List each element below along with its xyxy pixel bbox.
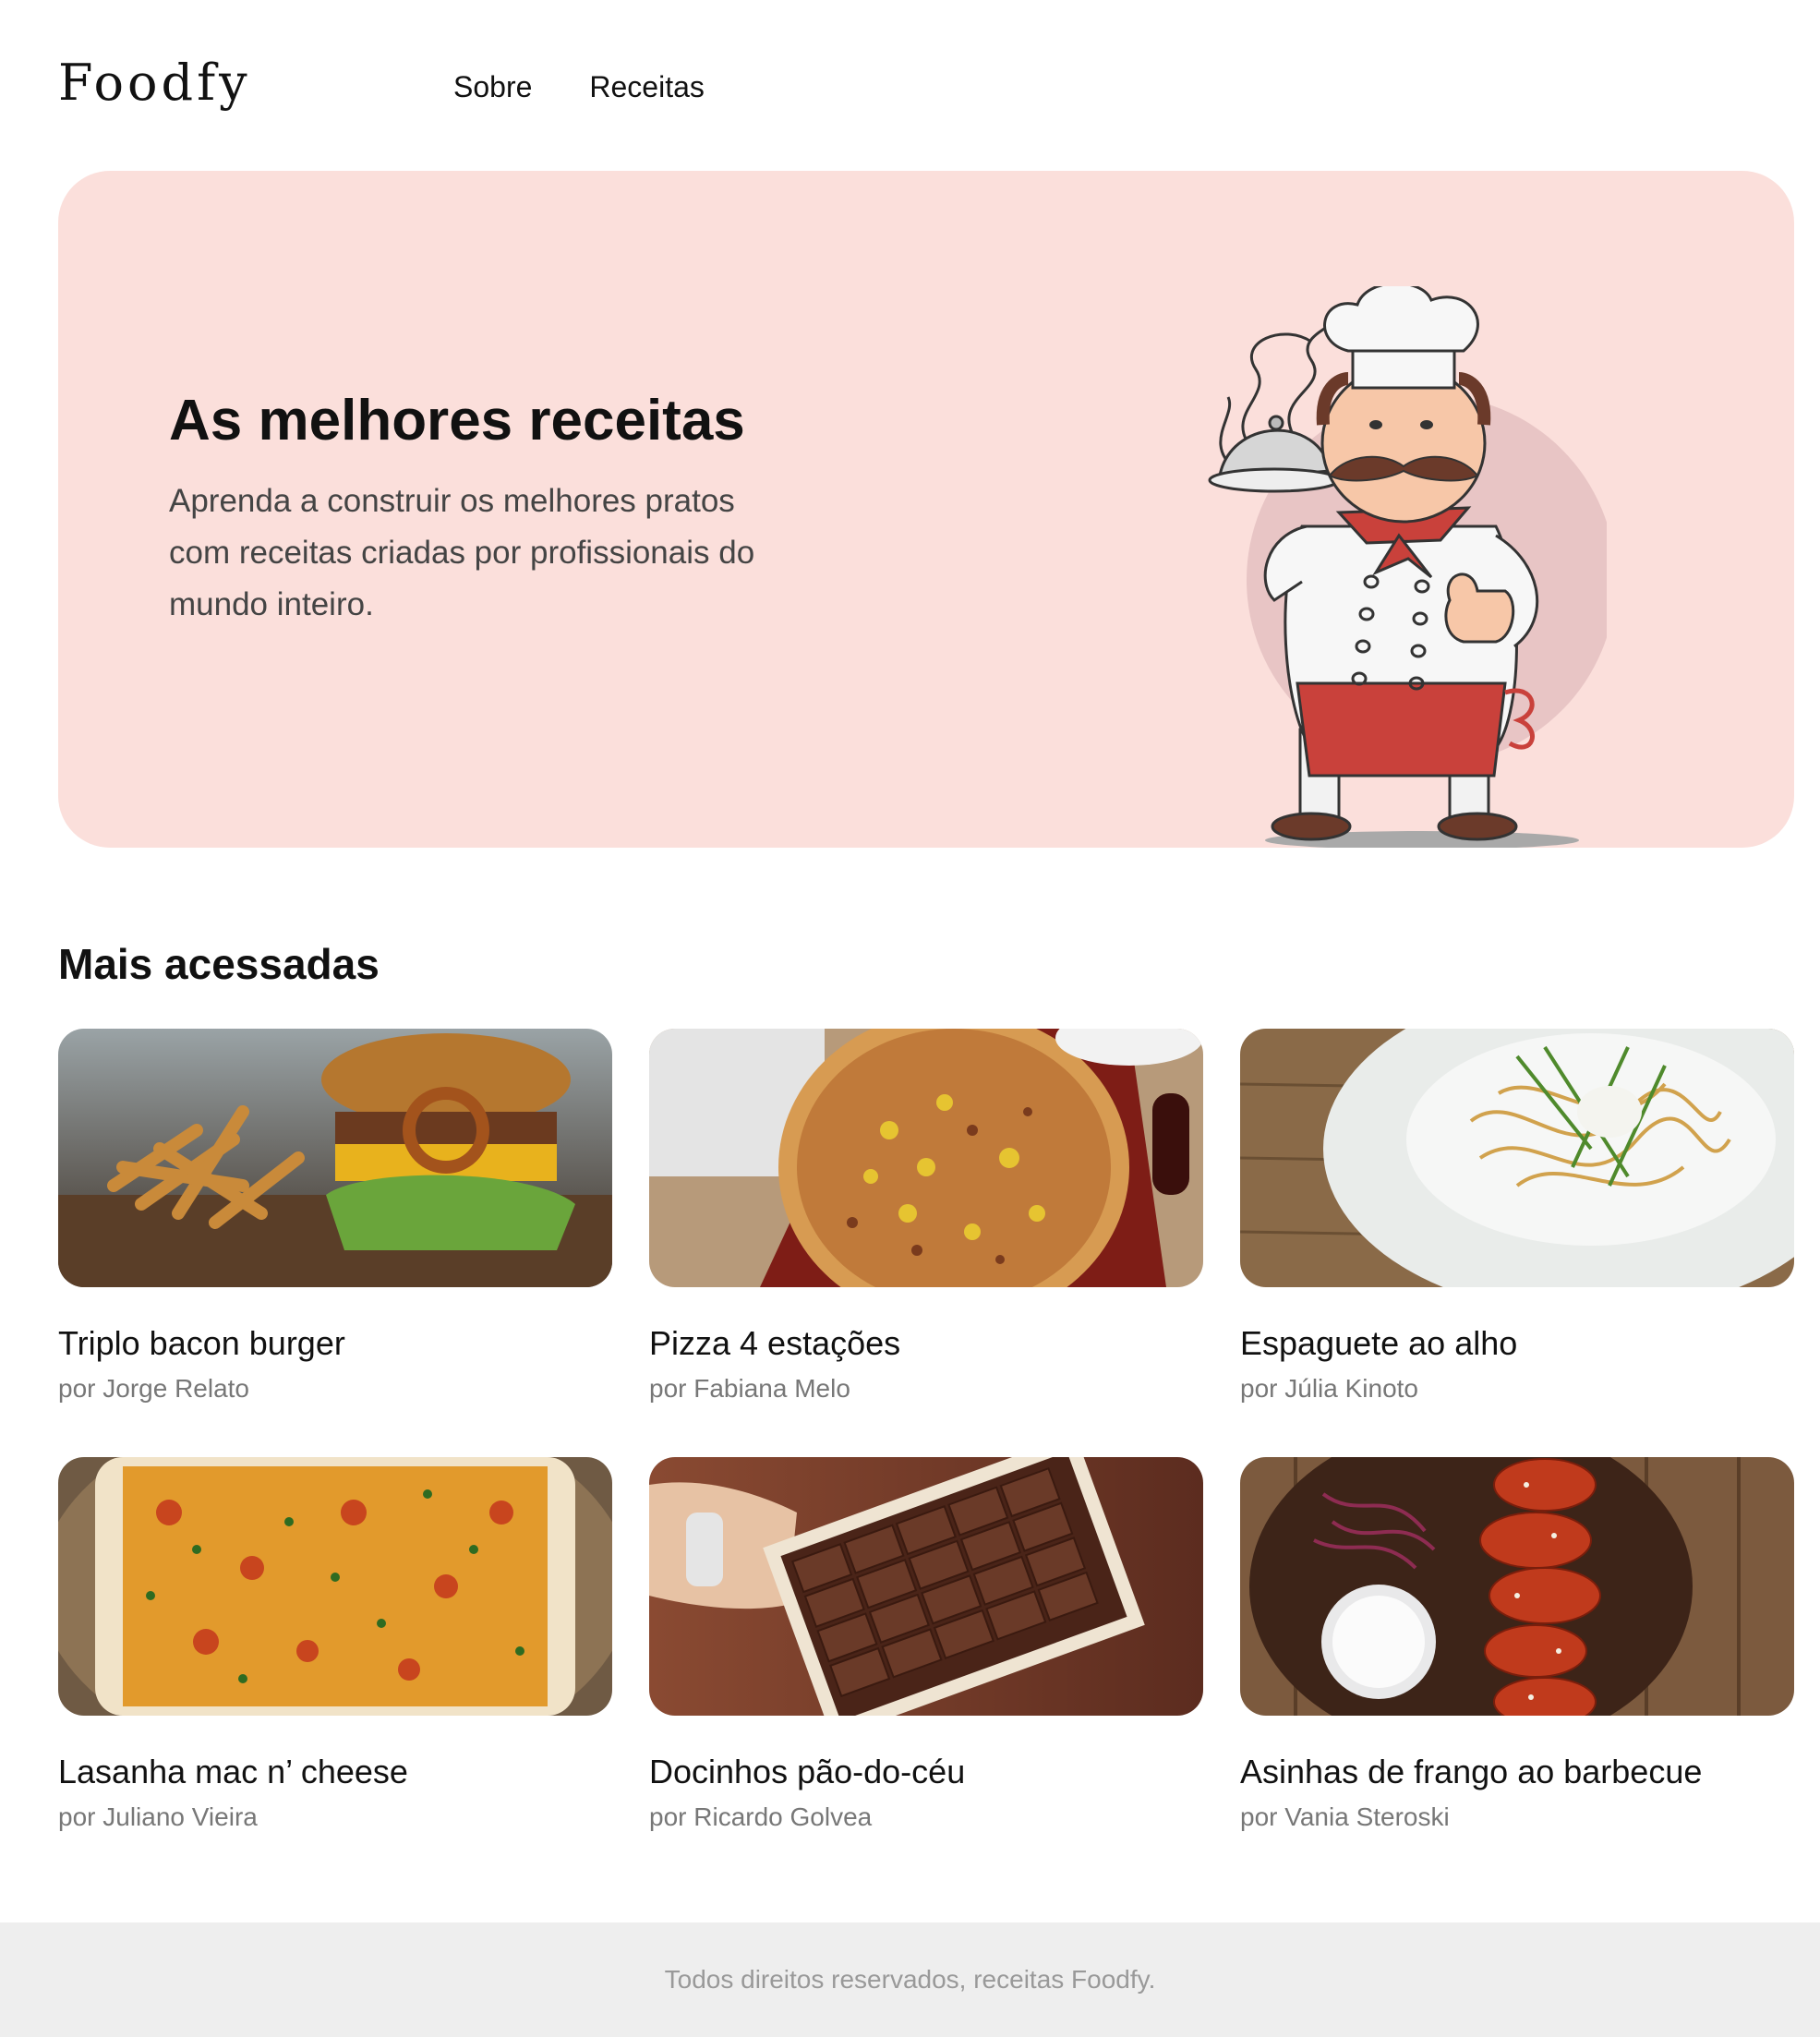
recipe-card-lasanha[interactable]: Lasanha mac n’ cheese por Juliano Vieira bbox=[58, 1457, 612, 1832]
recipe-name[interactable]: Asinhas de frango ao barbecue bbox=[1240, 1753, 1794, 1791]
recipe-name[interactable]: Pizza 4 estações bbox=[649, 1324, 1203, 1363]
recipe-name[interactable]: Lasanha mac n’ cheese bbox=[58, 1753, 612, 1791]
recipe-image-asinhas[interactable] bbox=[1240, 1457, 1794, 1716]
nav-link-sobre[interactable]: Sobre bbox=[453, 70, 532, 104]
recipe-card-espaguete[interactable]: Espaguete ao alho por Júlia Kinoto bbox=[1240, 1029, 1794, 1404]
footer-copyright: Todos direitos reservados, receitas Food… bbox=[664, 1965, 1156, 1994]
recipe-author: por Fabiana Melo bbox=[649, 1374, 850, 1403]
recipe-name[interactable]: Docinhos pão-do-céu bbox=[649, 1753, 1203, 1791]
recipe-card-pizza[interactable]: Pizza 4 estações por Fabiana Melo bbox=[649, 1029, 1203, 1404]
recipe-image-burger[interactable] bbox=[58, 1029, 612, 1287]
recipe-card-burger[interactable]: Triplo bacon burger por Jorge Relato bbox=[58, 1029, 612, 1404]
recipe-author: por Júlia Kinoto bbox=[1240, 1374, 1419, 1403]
recipe-image-lasanha[interactable] bbox=[58, 1457, 612, 1716]
hero-description: Aprenda a construir os melhores pratos c… bbox=[169, 483, 755, 622]
hero-banner: As melhores receitas Aprenda a construir… bbox=[58, 171, 1794, 848]
nav-link-receitas[interactable]: Receitas bbox=[589, 70, 705, 104]
recipe-card-asinhas[interactable]: Asinhas de frango ao barbecue por Vania … bbox=[1240, 1457, 1794, 1832]
site-logo[interactable]: Foodfy bbox=[58, 54, 251, 112]
recipe-name[interactable]: Espaguete ao alho bbox=[1240, 1324, 1794, 1363]
chef-illustration bbox=[1208, 286, 1607, 848]
recipe-author: por Ricardo Golvea bbox=[649, 1802, 873, 1831]
recipe-card-docinhos[interactable]: Docinhos pão-do-céu por Ricardo Golvea bbox=[649, 1457, 1203, 1832]
hero-title: As melhores receitas bbox=[169, 389, 745, 452]
recipe-author: por Juliano Vieira bbox=[58, 1802, 258, 1831]
site-header: Foodfy Sobre Receitas bbox=[0, 0, 1820, 171]
recipe-name[interactable]: Triplo bacon burger bbox=[58, 1324, 612, 1363]
recipe-image-docinhos[interactable] bbox=[649, 1457, 1203, 1716]
recipe-author: por Vania Steroski bbox=[1240, 1802, 1450, 1831]
site-footer: Todos direitos reservados, receitas Food… bbox=[0, 1922, 1820, 2037]
main-nav: Sobre Receitas bbox=[453, 70, 705, 104]
recipe-author: por Jorge Relato bbox=[58, 1374, 250, 1403]
recipe-image-espaguete[interactable] bbox=[1240, 1029, 1794, 1287]
recipe-image-pizza[interactable] bbox=[649, 1029, 1203, 1287]
section-title-mais-acessadas: Mais acessadas bbox=[58, 940, 380, 988]
